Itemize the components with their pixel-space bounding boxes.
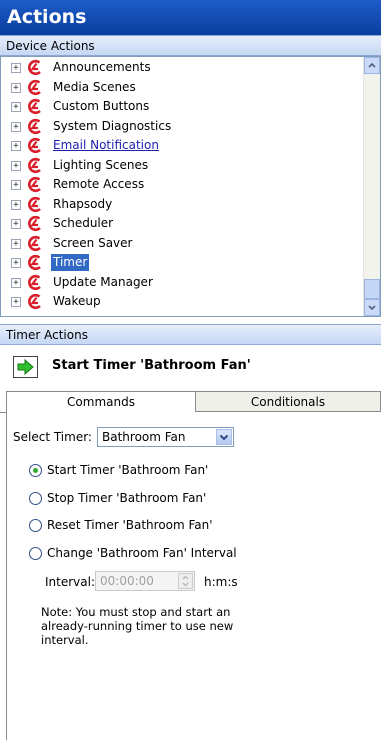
brand-logo-icon — [28, 254, 41, 271]
radio-button[interactable] — [29, 492, 42, 505]
timer-actions-header: Timer Actions — [0, 324, 381, 345]
brand-logo-icon — [28, 274, 41, 290]
tree-item-label: Email Notification — [53, 138, 159, 152]
brand-logo-icon — [28, 59, 41, 76]
expand-icon[interactable]: + — [11, 102, 21, 112]
expand-icon[interactable]: + — [11, 219, 21, 229]
tab-commands[interactable]: Commands — [6, 391, 196, 413]
radio-button[interactable] — [29, 547, 42, 560]
interval-label: Interval: — [45, 575, 95, 589]
interval-field[interactable]: 00:00:00 — [95, 571, 195, 591]
tree-item[interactable]: + Wakeup — [1, 292, 361, 311]
scroll-down-button[interactable] — [364, 299, 380, 316]
tree-item[interactable]: + Rhapsody — [1, 195, 361, 214]
scroll-up-button[interactable] — [364, 57, 380, 74]
brand-logo-icon — [28, 98, 41, 115]
radio-button[interactable] — [29, 519, 42, 532]
brand-logo-icon — [28, 79, 41, 95]
interval-unit: h:m:s — [204, 575, 238, 589]
tree-item[interactable]: + Remote Access — [1, 175, 361, 194]
brand-logo-icon — [28, 137, 41, 154]
chevron-down-icon — [219, 434, 229, 441]
tree-item[interactable]: + Announcements — [1, 58, 361, 77]
tree-item-label: System Diagnostics — [53, 118, 172, 133]
tree-item-label: Wakeup — [53, 294, 101, 308]
interval-spinner[interactable] — [178, 573, 193, 589]
tree-item[interactable]: + Media Scenes — [1, 78, 361, 97]
brand-logo-icon — [28, 293, 41, 310]
tree-item-label: Scheduler — [53, 216, 114, 230]
tree-item[interactable]: + Timer — [1, 253, 361, 272]
brand-logo-icon — [28, 157, 41, 173]
expand-icon[interactable]: + — [11, 180, 21, 190]
tree-item[interactable]: + Screen Saver — [1, 234, 361, 253]
commands-panel: Select Timer: Bathroom Fan Start Timer '… — [6, 412, 381, 740]
tree-item-label: Timer — [51, 254, 90, 271]
tree-item-label: Media Scenes — [53, 79, 136, 94]
select-timer-label: Select Timer: — [13, 430, 92, 444]
expand-icon[interactable]: + — [11, 199, 21, 210]
interval-value: 00:00:00 — [100, 574, 154, 588]
tree-scrollbar[interactable] — [363, 57, 380, 316]
tree-item[interactable]: + System Diagnostics — [1, 117, 361, 136]
expand-icon[interactable]: + — [11, 297, 21, 307]
tree-item[interactable]: + Custom Buttons — [1, 97, 361, 116]
expand-icon[interactable]: + — [11, 141, 21, 151]
expand-icon[interactable]: + — [11, 121, 21, 132]
current-action-title: Start Timer 'Bathroom Fan' — [52, 358, 251, 373]
brand-logo-icon — [28, 235, 41, 251]
tree-item[interactable]: + Lighting Scenes — [1, 156, 361, 175]
tree-item[interactable]: + Email Notification — [1, 136, 361, 155]
brand-logo-icon — [28, 176, 41, 193]
window-title: Actions — [0, 0, 381, 35]
radio-label[interactable]: Start Timer 'Bathroom Fan' — [47, 463, 208, 477]
spinner-arrows-icon — [182, 575, 189, 587]
timer-select[interactable]: Bathroom Fan — [97, 427, 234, 447]
expand-icon[interactable]: + — [11, 277, 21, 288]
brand-logo-icon — [28, 215, 41, 232]
device-actions-tree[interactable]: + Announcements + Media Scenes + Custom Butto… — [0, 56, 381, 317]
device-actions-header: Device Actions — [0, 35, 381, 56]
radio-label[interactable]: Stop Timer 'Bathroom Fan' — [47, 491, 206, 505]
timer-select-value: Bathroom Fan — [102, 430, 186, 444]
expand-icon[interactable]: + — [11, 82, 21, 93]
current-action: Start Timer 'Bathroom Fan' — [0, 345, 381, 389]
tree-item-label: Update Manager — [53, 274, 153, 289]
tree-item-label: Remote Access — [53, 177, 145, 191]
tree-item[interactable]: + Update Manager — [1, 273, 361, 292]
tab-strip: Commands Conditionals — [0, 391, 381, 413]
interval-note: Note: You must stop and start an already… — [41, 605, 234, 647]
tree-item-label: Custom Buttons — [53, 99, 150, 113]
expand-icon[interactable]: + — [11, 258, 21, 268]
brand-logo-icon — [28, 196, 41, 212]
scroll-thumb[interactable] — [364, 279, 380, 299]
expand-icon[interactable]: + — [11, 63, 21, 73]
tree-item-label: Rhapsody — [53, 196, 113, 211]
green-arrow-icon — [13, 356, 38, 378]
tree-item-label: Lighting Scenes — [53, 157, 149, 172]
radio-button[interactable] — [29, 464, 42, 477]
brand-logo-icon — [28, 118, 41, 134]
radio-label[interactable]: Reset Timer 'Bathroom Fan' — [47, 518, 213, 532]
chevron-up-icon — [368, 62, 376, 68]
expand-icon[interactable]: + — [11, 160, 21, 171]
tree-item-label: Screen Saver — [53, 235, 133, 250]
tab-conditionals[interactable]: Conditionals — [196, 391, 381, 412]
tree-item-label: Announcements — [53, 60, 151, 74]
tree-item[interactable]: + Scheduler — [1, 214, 361, 233]
radio-label[interactable]: Change 'Bathroom Fan' Interval — [47, 546, 237, 560]
chevron-down-icon — [368, 305, 376, 311]
dropdown-button[interactable] — [216, 429, 232, 445]
expand-icon[interactable]: + — [11, 238, 21, 249]
